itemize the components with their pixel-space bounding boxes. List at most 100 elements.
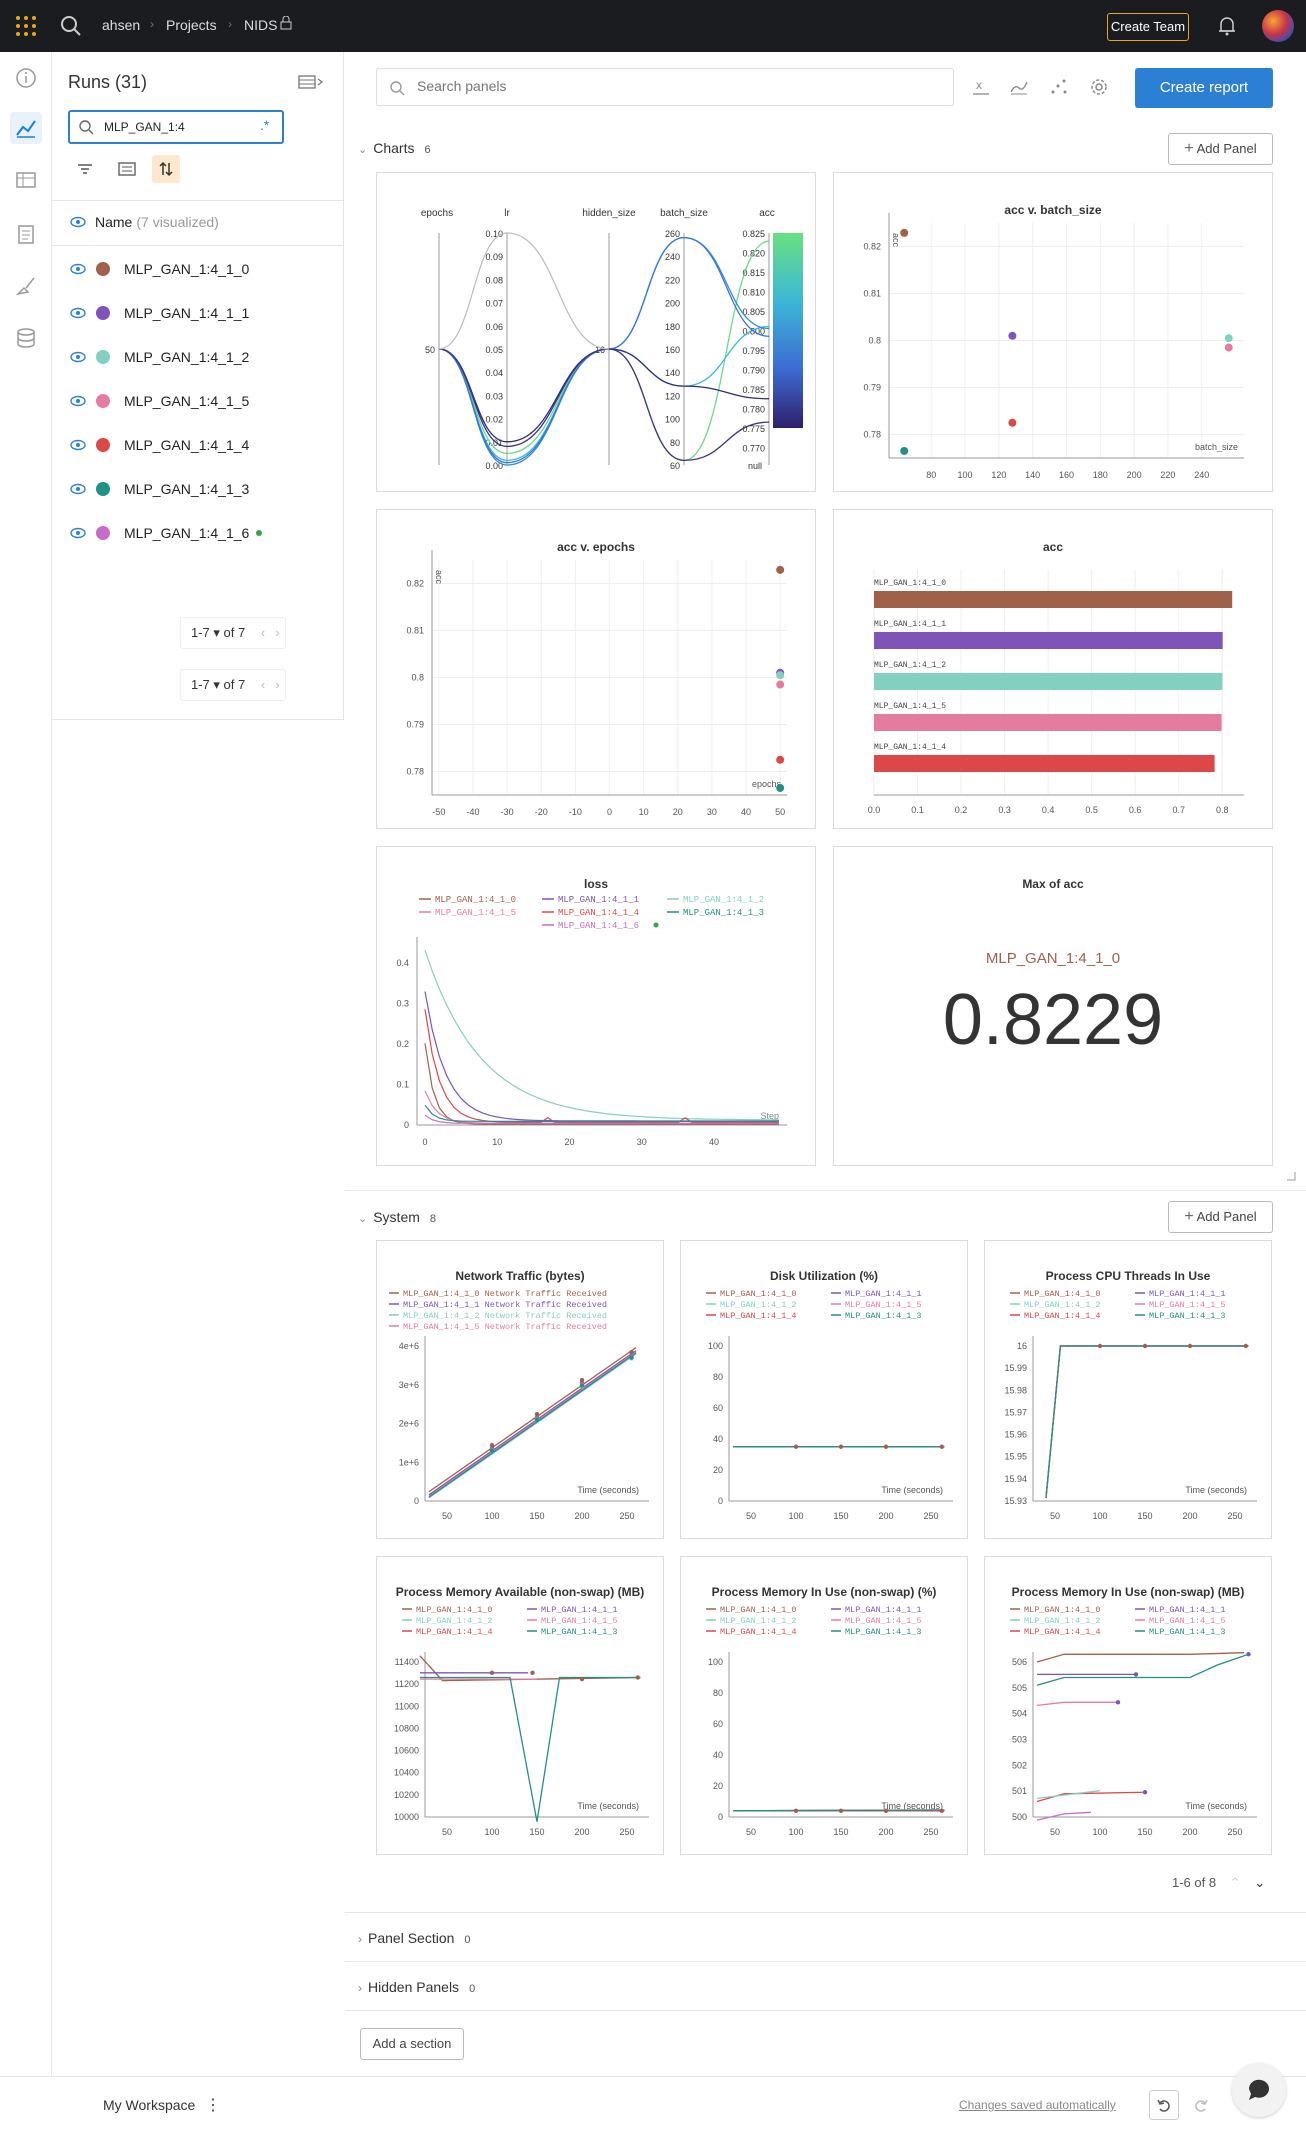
running-status-dot	[256, 530, 263, 536]
add-panel-button[interactable]: + Add Panel	[1168, 133, 1273, 165]
charts-section-header[interactable]: ⌄ Charts 6	[358, 140, 431, 156]
eye-icon[interactable]	[70, 393, 86, 409]
run-color-dot[interactable]	[96, 350, 110, 364]
run-row[interactable]: MLP_GAN_1:4_1_2	[70, 345, 249, 369]
reports-icon[interactable]	[10, 218, 42, 250]
workspace-name[interactable]: My Workspace	[103, 2097, 195, 2113]
create-team-button[interactable]: Create Team	[1107, 13, 1189, 41]
search-icon[interactable]	[60, 15, 82, 42]
loss-panel[interactable]: loss MLP_GAN_1:4_1_0 MLP_GAN_1:4_1_1 MLP_G…	[376, 846, 816, 1166]
eye-icon[interactable]	[70, 261, 86, 277]
system-chart-panel[interactable]: Process CPU Threads In Use MLP_GAN_1:4_1_…	[984, 1240, 1272, 1539]
chevron-down-icon[interactable]: ⌄	[358, 1213, 367, 1225]
run-name[interactable]: MLP_GAN_1:4_1_2	[124, 349, 249, 365]
runs-pager-2[interactable]: 1-7 ▾ of 7 ‹ ›	[180, 669, 286, 701]
chevron-down-icon[interactable]: ⌄	[358, 144, 367, 156]
panel-search-field[interactable]	[415, 77, 815, 95]
more-vertical-icon[interactable]: ⋮	[205, 2095, 221, 2115]
eye-icon[interactable]	[70, 305, 86, 321]
run-row[interactable]: MLP_GAN_1:4_1_4	[70, 433, 249, 457]
chat-icon[interactable]	[1232, 2063, 1286, 2117]
run-color-dot[interactable]	[96, 394, 110, 408]
name-column-header[interactable]: Name (7 visualized)	[70, 210, 219, 234]
run-row[interactable]: MLP_GAN_1:4_1_0	[70, 257, 249, 281]
parallel-coordinates-panel[interactable]: epochs lr hidden_size batch_size acc 0.10 0.09…	[376, 172, 816, 492]
group-icon[interactable]	[118, 160, 136, 183]
run-row[interactable]: MLP_GAN_1:4_1_6	[70, 521, 263, 545]
run-name[interactable]: MLP_GAN_1:4_1_6	[124, 525, 249, 541]
breadcrumb-project[interactable]: NIDS	[244, 17, 277, 33]
table-view-icon[interactable]	[298, 74, 326, 95]
x-axis-icon[interactable]: x	[970, 76, 992, 103]
system-section-header[interactable]: ⌄ System 8	[358, 1209, 436, 1225]
run-name[interactable]: MLP_GAN_1:4_1_3	[124, 481, 249, 497]
system-chart-panel[interactable]: Network Traffic (bytes) MLP_GAN_1:4_1_0 N…	[376, 1240, 664, 1539]
add-section-button[interactable]: Add a section	[360, 2028, 464, 2060]
system-chart-panel[interactable]: Process Memory In Use (non-swap) (%) MLP_…	[680, 1556, 968, 1855]
panel-section-header[interactable]: › Panel Section 0	[358, 1930, 471, 1946]
run-row[interactable]: MLP_GAN_1:4_1_5	[70, 389, 249, 413]
sweeps-icon[interactable]	[10, 270, 42, 302]
avatar[interactable]	[1262, 10, 1294, 42]
chevron-right-icon[interactable]: ›	[275, 625, 279, 640]
filter-icon[interactable]	[76, 160, 94, 183]
regex-toggle[interactable]: .*	[260, 117, 269, 133]
info-icon[interactable]	[10, 62, 42, 94]
charts-icon[interactable]	[10, 112, 42, 144]
eye-icon[interactable]	[70, 437, 86, 453]
smoothing-icon[interactable]	[1008, 76, 1030, 103]
chevron-left-icon[interactable]: ‹	[261, 677, 265, 692]
run-name[interactable]: MLP_GAN_1:4_1_5	[124, 393, 249, 409]
sort-icon[interactable]	[152, 155, 180, 183]
chevron-left-icon[interactable]: ‹	[261, 625, 265, 640]
add-panel-button[interactable]: + Add Panel	[1168, 1201, 1273, 1233]
runs-search-input[interactable]: MLP_GAN_1:4 .*	[68, 110, 284, 144]
run-color-dot[interactable]	[96, 262, 110, 276]
chevron-right-icon[interactable]: ›	[358, 1932, 362, 1946]
resize-handle-icon[interactable]	[1286, 1168, 1296, 1186]
outliers-icon[interactable]	[1048, 76, 1070, 103]
chevron-down-icon[interactable]: ⌄	[1254, 1875, 1265, 1890]
eye-icon[interactable]	[70, 214, 86, 230]
run-name[interactable]: MLP_GAN_1:4_1_0	[124, 261, 249, 277]
x-tick-label: 150	[833, 1827, 848, 1837]
run-color-dot[interactable]	[96, 438, 110, 452]
max-acc-panel[interactable]: Max of acc MLP_GAN_1:4_1_0 0.8229	[833, 846, 1273, 1166]
acc-vs-epochs-panel[interactable]: acc v. epochs -50 -40 -30 -20 -10 0 10 20 30 40 50…	[376, 509, 816, 829]
bell-icon[interactable]	[1217, 15, 1237, 42]
runs-pager[interactable]: 1-7 ▾ of 7 ‹ ›	[180, 617, 286, 649]
breadcrumb-user[interactable]: ahsen	[102, 17, 140, 33]
table-icon[interactable]	[10, 164, 42, 196]
run-color-dot[interactable]	[96, 482, 110, 496]
x-tick-label: 250	[1227, 1511, 1242, 1521]
chevron-up-icon[interactable]: ⌃	[1230, 1875, 1241, 1890]
system-chart-panel[interactable]: Process Memory Available (non-swap) (MB)…	[376, 1556, 664, 1855]
breadcrumb-projects[interactable]: Projects	[166, 17, 217, 33]
eye-icon[interactable]	[70, 349, 86, 365]
eye-icon[interactable]	[70, 525, 86, 541]
run-row[interactable]: MLP_GAN_1:4_1_1	[70, 301, 249, 325]
undo-icon[interactable]	[1149, 2090, 1179, 2120]
apps-grid-icon[interactable]	[14, 14, 38, 38]
system-chart-panel[interactable]: Process Memory In Use (non-swap) (MB) MLP…	[984, 1556, 1272, 1855]
chevron-right-icon[interactable]: ›	[275, 677, 279, 692]
eye-icon[interactable]	[70, 481, 86, 497]
acc-vs-batch-size-panel[interactable]: acc v. batch_size 80 100 120 140 160 180 200 22…	[833, 172, 1273, 492]
redo-icon[interactable]	[1186, 2090, 1216, 2120]
create-report-button[interactable]: Create report	[1135, 68, 1273, 108]
tick-label: 0.00	[485, 461, 503, 471]
run-row[interactable]: MLP_GAN_1:4_1_3	[70, 477, 249, 501]
chevron-right-icon[interactable]: ›	[358, 1981, 362, 1995]
hidden-panels-count: 0	[469, 1983, 476, 1995]
system-chart-panel[interactable]: Disk Utilization (%) MLP_GAN_1:4_1_0 MLP_G…	[680, 1240, 968, 1539]
run-color-dot[interactable]	[96, 306, 110, 320]
run-name[interactable]: MLP_GAN_1:4_1_1	[124, 305, 249, 321]
artifacts-icon[interactable]	[10, 322, 42, 354]
system-pager[interactable]: 1-6 of 8 ⌃ ⌄	[1172, 1875, 1265, 1891]
gear-icon[interactable]	[1088, 76, 1110, 103]
acc-bar-panel[interactable]: acc 0.0 0.1 0.2 0.3 0.4 0.5 0.6 0.7 0.8 MLP_GAN_1…	[833, 509, 1273, 829]
run-color-dot[interactable]	[96, 526, 110, 540]
run-name[interactable]: MLP_GAN_1:4_1_4	[124, 437, 249, 453]
panel-search-input[interactable]	[376, 68, 954, 106]
hidden-panels-header[interactable]: › Hidden Panels 0	[358, 1979, 475, 1995]
